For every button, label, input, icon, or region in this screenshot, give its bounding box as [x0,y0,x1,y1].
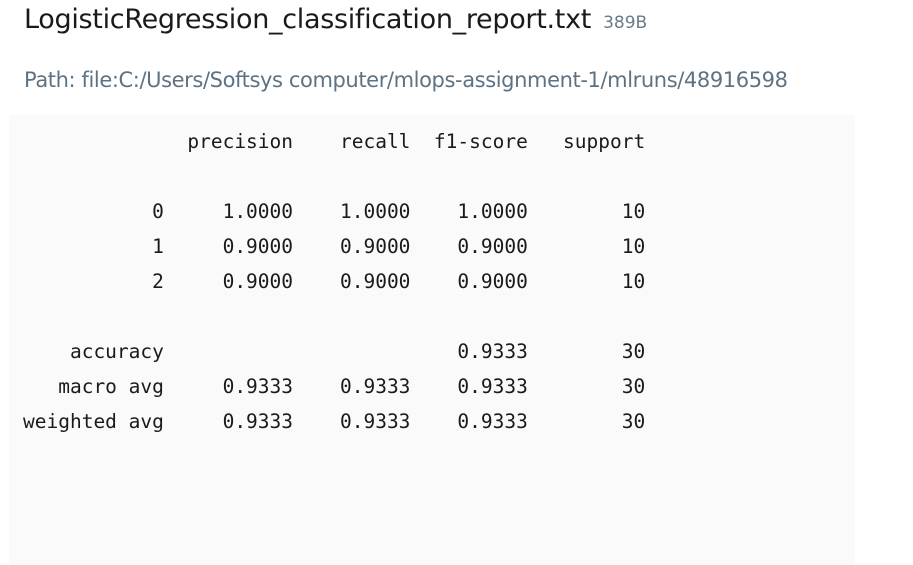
report-row-accuracy: accuracy 0.9333 30 [23,340,646,363]
artifact-path: Path: file:C:/Users/Softsys computer/mlo… [24,68,788,92]
classification-report: precision recall f1-score support 0 1.00… [23,124,645,439]
report-row-class-0: 0 1.0000 1.0000 1.0000 10 [23,200,646,223]
artifact-filename: LogisticRegression_classification_report… [24,4,592,35]
text-file-viewer[interactable]: precision recall f1-score support 0 1.00… [9,115,855,565]
report-header-line: precision recall f1-score support [23,130,646,153]
artifact-header: LogisticRegression_classification_report… [24,4,647,35]
report-blank-line [23,159,645,194]
report-row-class-1: 1 0.9000 0.9000 0.9000 10 [23,235,646,258]
artifact-view: LogisticRegression_classification_report… [0,0,913,565]
report-blank-line [23,299,645,334]
report-row-macro-avg: macro avg 0.9333 0.9333 0.9333 30 [23,375,646,398]
artifact-size: 389B [603,13,648,33]
report-row-class-2: 2 0.9000 0.9000 0.9000 10 [23,270,646,293]
report-row-weighted-avg: weighted avg 0.9333 0.9333 0.9333 30 [23,410,646,433]
